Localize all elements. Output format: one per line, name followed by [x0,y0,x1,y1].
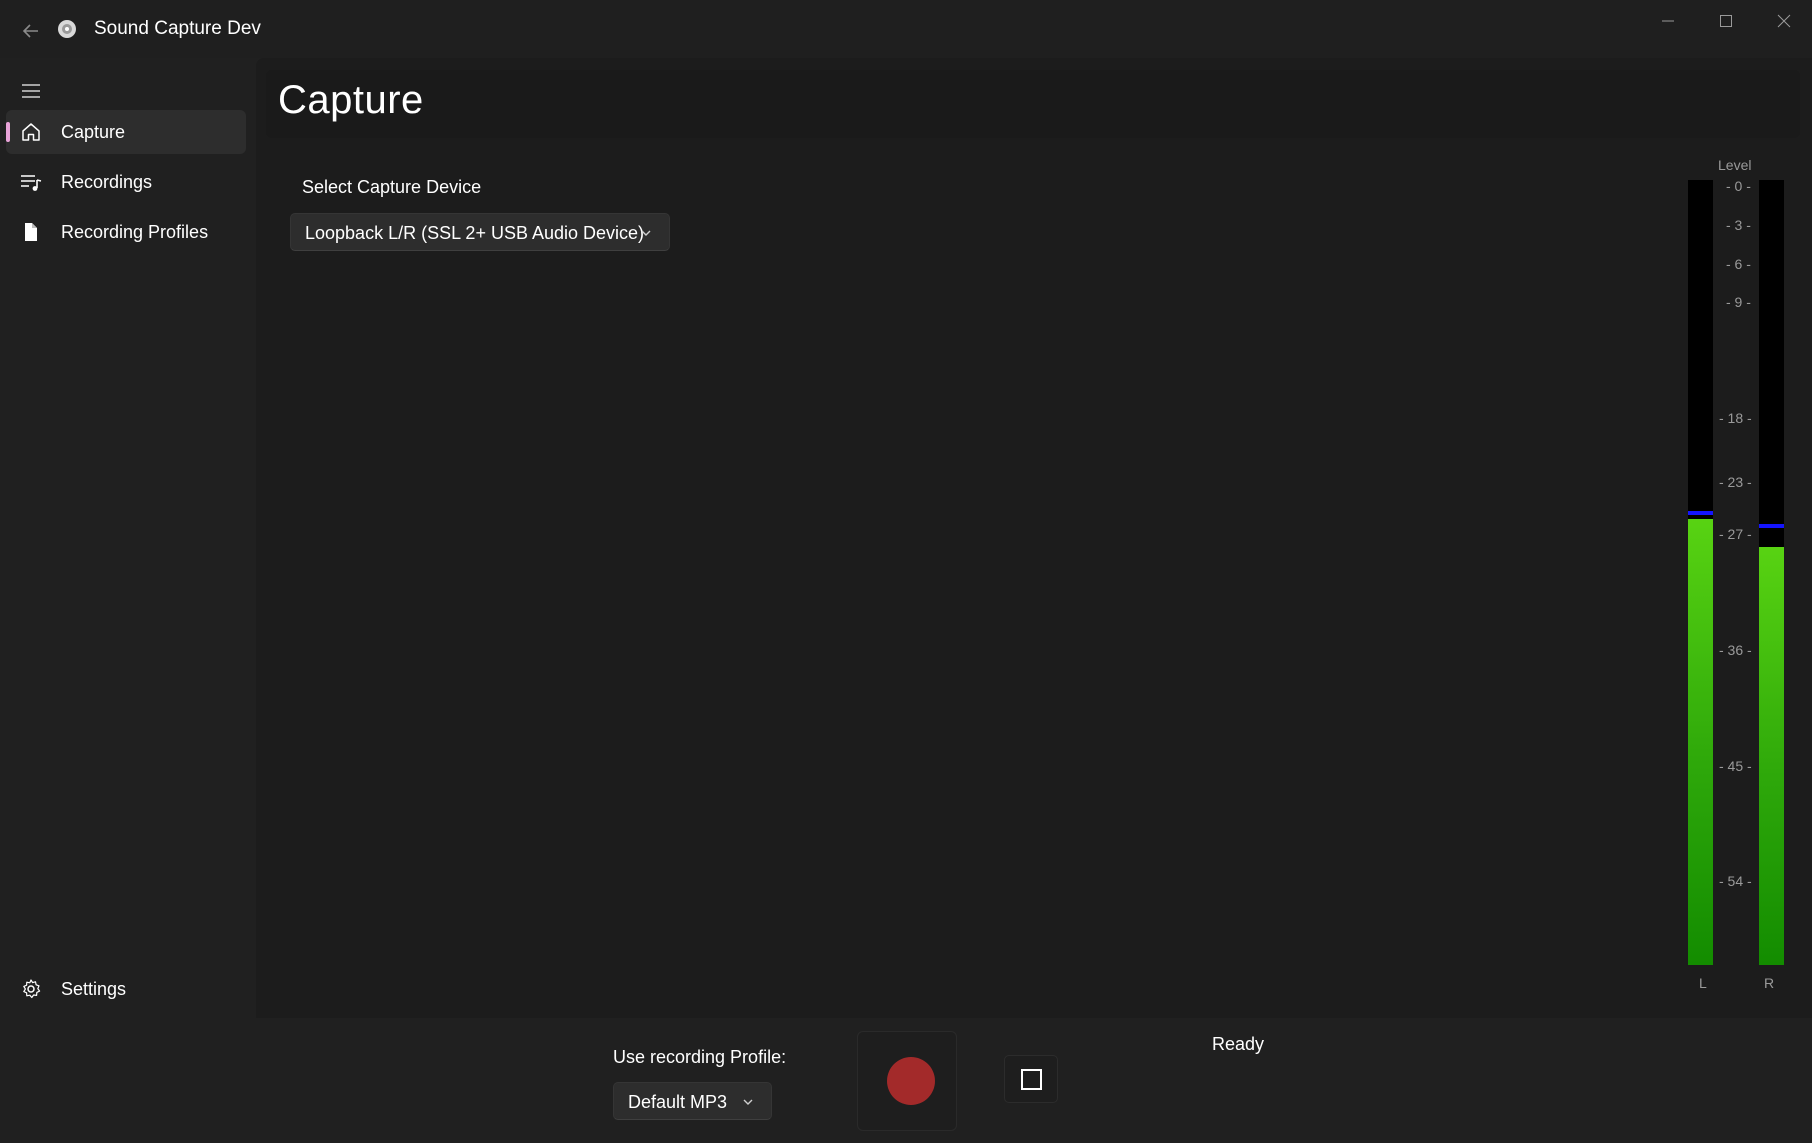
stop-icon [1021,1069,1042,1090]
app-disc-icon [56,18,78,40]
capture-device-value: Loopback L/R (SSL 2+ USB Audio Device) [305,223,645,243]
chevron-down-icon [641,230,651,236]
nav-item-label: Recording Profiles [61,222,209,242]
nav-item-settings[interactable]: Settings [6,967,246,1011]
scale-tick: - 0 - [1726,178,1751,194]
gear-icon [20,978,42,1000]
home-icon [20,121,42,143]
scale-tick: - 23 - [1719,474,1752,490]
maximize-button[interactable] [1706,10,1746,32]
scale-tick: - 9 - [1726,294,1751,310]
recording-profile-label: Use recording Profile: [613,1047,787,1067]
capture-device-dropdown[interactable]: Loopback L/R (SSL 2+ USB Audio Device) [290,213,670,251]
recording-profile-value: Default MP3 [628,1092,728,1112]
title-bar: Sound Capture Dev [0,0,1812,58]
page-header [266,70,1800,138]
nav-item-label: Recordings [61,172,153,192]
left-channel-label: L [1699,975,1707,991]
right-peak-marker [1759,523,1784,528]
nav-item-label: Settings [61,979,127,999]
left-channel-meter [1688,180,1713,965]
left-level-fill [1688,519,1713,965]
chevron-down-icon [743,1099,753,1105]
scale-tick: - 36 - [1719,642,1752,658]
capture-device-label: Select Capture Device [302,177,482,197]
hamburger-icon [22,84,40,98]
scale-tick: - 3 - [1726,217,1751,233]
nav-item-recordings[interactable]: Recordings [6,160,246,204]
document-icon [20,221,42,243]
scale-tick: - 6 - [1726,256,1751,272]
recording-profile-dropdown[interactable]: Default MP3 [613,1082,772,1120]
music-list-icon [20,171,42,193]
back-button[interactable] [18,18,44,44]
maximize-icon [1720,15,1732,27]
minimize-button[interactable] [1648,10,1688,32]
nav-item-capture[interactable]: Capture [6,110,246,154]
nav-item-recording-profiles[interactable]: Recording Profiles [6,210,246,254]
arrow-left-icon [22,24,38,38]
navigation-pane: Capture Recordings Recording Profiles Se… [0,58,256,1143]
scale-tick: - 27 - [1719,526,1752,542]
record-button[interactable] [857,1031,957,1131]
close-button[interactable] [1764,10,1804,32]
content-area [256,58,1812,1018]
close-icon [1777,14,1791,28]
level-meter-title: Level [1718,157,1752,173]
page-title: Capture [278,78,424,122]
right-level-fill [1759,547,1784,965]
menu-toggle-button[interactable] [18,78,44,104]
status-text: Ready [1212,1034,1265,1054]
left-peak-marker [1688,511,1713,516]
stop-button[interactable] [1004,1055,1058,1103]
right-channel-label: R [1764,975,1775,991]
minimize-icon [1662,20,1674,22]
selection-indicator [6,122,10,142]
app-window: Sound Capture Dev Capture Recordings Rec… [0,0,1812,1143]
scale-tick: - 45 - [1719,758,1752,774]
record-icon [887,1057,935,1105]
scale-tick: - 54 - [1719,873,1752,889]
nav-item-label: Capture [61,122,126,142]
scale-tick: - 18 - [1719,410,1752,426]
window-title: Sound Capture Dev [94,18,261,39]
right-channel-meter [1759,180,1784,965]
